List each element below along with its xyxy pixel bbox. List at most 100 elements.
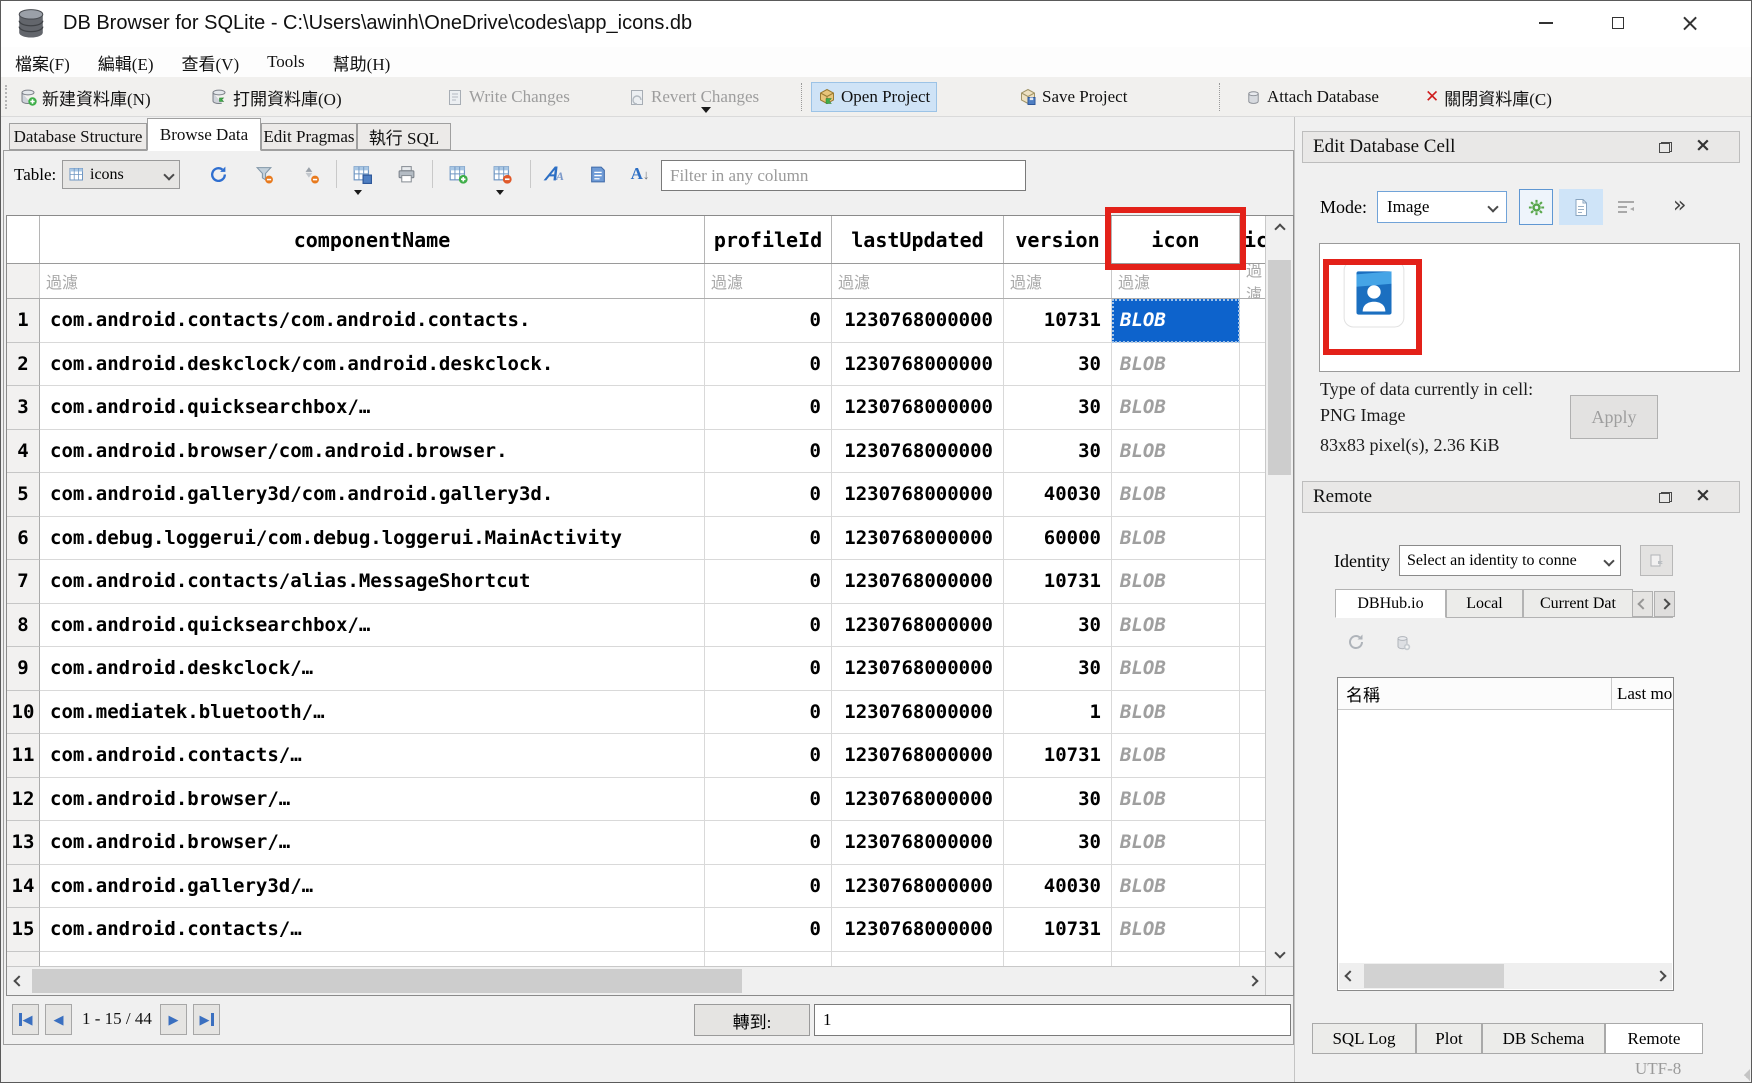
tab-scroll-left-button[interactable] [1632, 591, 1653, 617]
dock-tab-plot[interactable]: Plot [1416, 1023, 1482, 1054]
cell-lastupdated[interactable]: 1230768000000 [832, 865, 1004, 909]
maximize-button[interactable] [1595, 5, 1641, 41]
scroll-left-button[interactable] [1339, 963, 1361, 989]
row-number[interactable]: 2 [7, 343, 40, 387]
tab-browse-data[interactable]: Browse Data [147, 118, 261, 151]
cell-profileid[interactable]: 0 [705, 865, 832, 909]
word-wrap-button[interactable] [1613, 189, 1639, 225]
tab-execute-sql[interactable]: 執行 SQL [357, 123, 451, 150]
tab-scroll-right-button[interactable] [1654, 591, 1675, 617]
cell-clipped[interactable] [1240, 517, 1265, 561]
dropdown-arrow-icon[interactable] [354, 190, 362, 195]
cell-componentname[interactable]: com.android.quicksearchbox/… [40, 386, 705, 430]
clear-sort-button[interactable] [296, 160, 324, 188]
remote-tab-current-database[interactable]: Current Dat [1523, 589, 1633, 618]
menu-item-view[interactable]: 查看(V) [168, 47, 254, 78]
cell-version[interactable]: 30 [1004, 647, 1112, 691]
scroll-thumb[interactable] [1364, 964, 1504, 988]
identity-select[interactable]: Select an identity to conne [1399, 545, 1621, 576]
dropdown-arrow-icon[interactable] [496, 190, 504, 195]
cell-componentname[interactable]: com.android.quicksearchbox/… [40, 604, 705, 648]
scroll-down-button[interactable] [1266, 940, 1293, 966]
cell-version[interactable]: 10731 [1004, 734, 1112, 778]
cell-clipped[interactable] [1240, 430, 1265, 474]
table-selector[interactable]: icons [62, 160, 180, 189]
close-database-button[interactable]: ✕ 關閉資料庫(C) [1419, 82, 1558, 112]
cell-clipped[interactable] [1240, 386, 1265, 430]
cell-componentname[interactable]: com.android.contacts/com.android.contact… [40, 299, 705, 343]
close-panel-button[interactable]: × [1693, 486, 1713, 504]
cell-version[interactable]: 30 [1004, 821, 1112, 865]
cell-profileid[interactable]: 0 [705, 908, 832, 952]
row-number[interactable]: 6 [7, 517, 40, 561]
cell-version[interactable]: 60000 [1004, 517, 1112, 561]
menu-item-help[interactable]: 幫助(H) [319, 47, 405, 78]
next-page-button[interactable]: ▶ [160, 1004, 187, 1035]
filter-version[interactable]: 過濾 [1004, 264, 1112, 298]
first-page-button[interactable]: ◀ [12, 1004, 39, 1035]
cell-clipped[interactable] [1004, 952, 1112, 967]
cell-clipped[interactable] [1112, 952, 1240, 967]
float-panel-button[interactable] [1655, 488, 1675, 506]
cell-profileid[interactable]: 0 [705, 343, 832, 387]
open-project-button[interactable]: Open Project [811, 82, 937, 112]
cell-version[interactable]: 10731 [1004, 908, 1112, 952]
remote-tab-dbhub[interactable]: DBHub.io [1335, 589, 1446, 618]
cell-clipped[interactable] [1240, 821, 1265, 865]
cell-lastupdated[interactable]: 1230768000000 [832, 560, 1004, 604]
cell-lastupdated[interactable]: 1230768000000 [832, 604, 1004, 648]
remote-list-scrollbar[interactable] [1339, 963, 1672, 989]
row-number[interactable]: 3 [7, 386, 40, 430]
cell-lastupdated[interactable]: 1230768000000 [832, 517, 1004, 561]
cell-version[interactable]: 40030 [1004, 473, 1112, 517]
cell-profileid[interactable]: 0 [705, 691, 832, 735]
cell-version[interactable]: 30 [1004, 430, 1112, 474]
scroll-up-button[interactable] [1266, 216, 1293, 242]
cell-clipped[interactable] [832, 952, 1004, 967]
cell-profileid[interactable]: 0 [705, 430, 832, 474]
panel-overflow-chevron[interactable]: » [1673, 193, 1686, 218]
cell-componentname[interactable]: com.android.contacts/… [40, 908, 705, 952]
vertical-scroll-thumb[interactable] [1268, 260, 1291, 475]
column-header-version[interactable]: version [1004, 216, 1112, 263]
cell-version[interactable]: 10731 [1004, 560, 1112, 604]
cell-icon-blob[interactable]: BLOB [1112, 473, 1240, 517]
column-header-lastupdated[interactable]: lastUpdated [832, 216, 1004, 263]
row-number[interactable]: 4 [7, 430, 40, 474]
horizontal-scrollbar[interactable] [7, 967, 1265, 995]
cell-profileid[interactable]: 0 [705, 473, 832, 517]
cell-version[interactable]: 10731 [1004, 299, 1112, 343]
cell-version[interactable]: 30 [1004, 343, 1112, 387]
column-header-componentname[interactable]: componentName [40, 216, 705, 263]
cell-clipped[interactable] [7, 952, 40, 967]
cell-icon-blob[interactable]: BLOB [1112, 865, 1240, 909]
corner-header[interactable] [7, 216, 40, 263]
goto-button[interactable]: 轉到: [694, 1004, 810, 1036]
close-panel-button[interactable]: × [1693, 136, 1713, 154]
cell-clipped[interactable] [1240, 473, 1265, 517]
save-project-button[interactable]: Save Project [1013, 82, 1133, 112]
row-number[interactable]: 7 [7, 560, 40, 604]
filter-componentname[interactable]: 過濾 [40, 264, 705, 298]
tab-edit-pragmas[interactable]: Edit Pragmas [261, 123, 357, 150]
cell-icon-blob[interactable]: BLOB [1112, 430, 1240, 474]
cell-componentname[interactable]: com.android.deskclock/… [40, 647, 705, 691]
cell-profileid[interactable]: 0 [705, 734, 832, 778]
cell-icon-blob[interactable]: BLOB [1112, 691, 1240, 735]
cell-lastupdated[interactable]: 1230768000000 [832, 647, 1004, 691]
row-number[interactable]: 1 [7, 299, 40, 343]
cell-clipped[interactable] [1240, 908, 1265, 952]
column-header-profileid[interactable]: profileId [705, 216, 832, 263]
cell-componentname[interactable]: com.android.deskclock/com.android.deskcl… [40, 343, 705, 387]
clone-database-button[interactable] [1640, 545, 1673, 576]
filter-profileid[interactable]: 過濾 [705, 264, 832, 298]
cell-version[interactable]: 30 [1004, 386, 1112, 430]
cell-componentname[interactable]: com.mediatek.bluetooth/… [40, 691, 705, 735]
new-database-button[interactable]: 新建資料庫(N) [13, 82, 157, 112]
row-number[interactable]: 9 [7, 647, 40, 691]
row-number[interactable]: 5 [7, 473, 40, 517]
cell-clipped[interactable] [1240, 343, 1265, 387]
cell-lastupdated[interactable]: 1230768000000 [832, 778, 1004, 822]
row-number[interactable]: 8 [7, 604, 40, 648]
minimize-button[interactable] [1523, 5, 1569, 41]
